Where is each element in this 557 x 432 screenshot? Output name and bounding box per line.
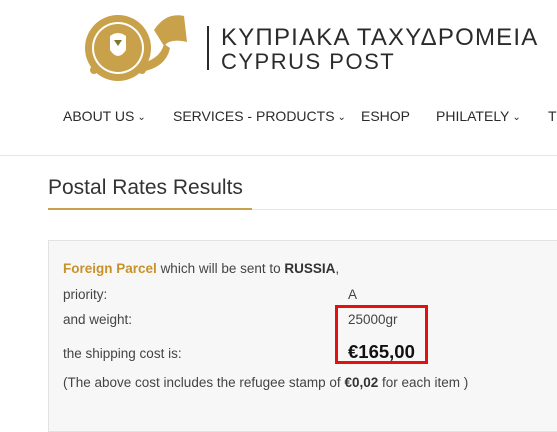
nav-item-philately[interactable]: PHILATELY ⌄	[436, 108, 521, 124]
result-summary-line: Foreign Parcel which will be sent to RUS…	[63, 261, 339, 276]
nav-item-label: PHILATELY	[436, 108, 510, 124]
highlight-box	[335, 305, 428, 364]
priority-label: priority:	[63, 287, 108, 302]
chevron-down-icon: ⌄	[337, 112, 346, 123]
priority-value: A	[348, 287, 358, 302]
page-title: Postal Rates Results	[48, 176, 243, 199]
note-amount: €0,02	[344, 375, 379, 390]
nav-item-truncated[interactable]: T	[548, 108, 557, 124]
weight-label: and weight:	[63, 312, 133, 327]
cyprus-post-logo[interactable]	[80, 8, 190, 86]
refugee-stamp-note: (The above cost includes the refugee sta…	[63, 375, 468, 390]
sent-to-text: which will be sent to	[160, 261, 281, 276]
brand-name-greek: ΚΥΠΡΙΑΚΑ ΤΑΧΥΔΡΟΜΕΙΑ	[221, 24, 539, 51]
nav-item-services-products[interactable]: SERVICES - PRODUCTS ⌄	[173, 108, 346, 124]
destination-country: RUSSIA	[284, 261, 336, 276]
nav-item-label: ABOUT US	[63, 108, 135, 124]
chevron-down-icon: ⌄	[137, 112, 146, 123]
service-name: Foreign Parcel	[63, 261, 157, 276]
note-suffix: for each item )	[382, 375, 469, 390]
nav-item-label: SERVICES - PRODUCTS	[173, 108, 335, 124]
brand-name-english: CYPRUS POST	[221, 49, 396, 74]
brand-divider	[207, 26, 209, 70]
nav-item-label: T	[548, 108, 557, 124]
site-header: ΚΥΠΡΙΑΚΑ ΤΑΧΥΔΡΟΜΕΙΑ CYPRUS POST ABOUT U…	[0, 0, 557, 156]
note-prefix: (The above cost includes the refugee sta…	[63, 375, 341, 390]
nav-item-about-us[interactable]: ABOUT US ⌄	[63, 108, 146, 124]
chevron-down-icon: ⌄	[512, 112, 521, 123]
summary-suffix: ,	[335, 261, 340, 276]
main-navigation: ABOUT US ⌄ SERVICES - PRODUCTS ⌄ ESHOP PHI…	[0, 108, 557, 132]
title-accent-underline	[48, 208, 252, 210]
nav-item-eshop[interactable]: ESHOP	[361, 108, 410, 124]
cost-label: the shipping cost is:	[63, 346, 182, 361]
nav-item-label: ESHOP	[361, 108, 411, 124]
